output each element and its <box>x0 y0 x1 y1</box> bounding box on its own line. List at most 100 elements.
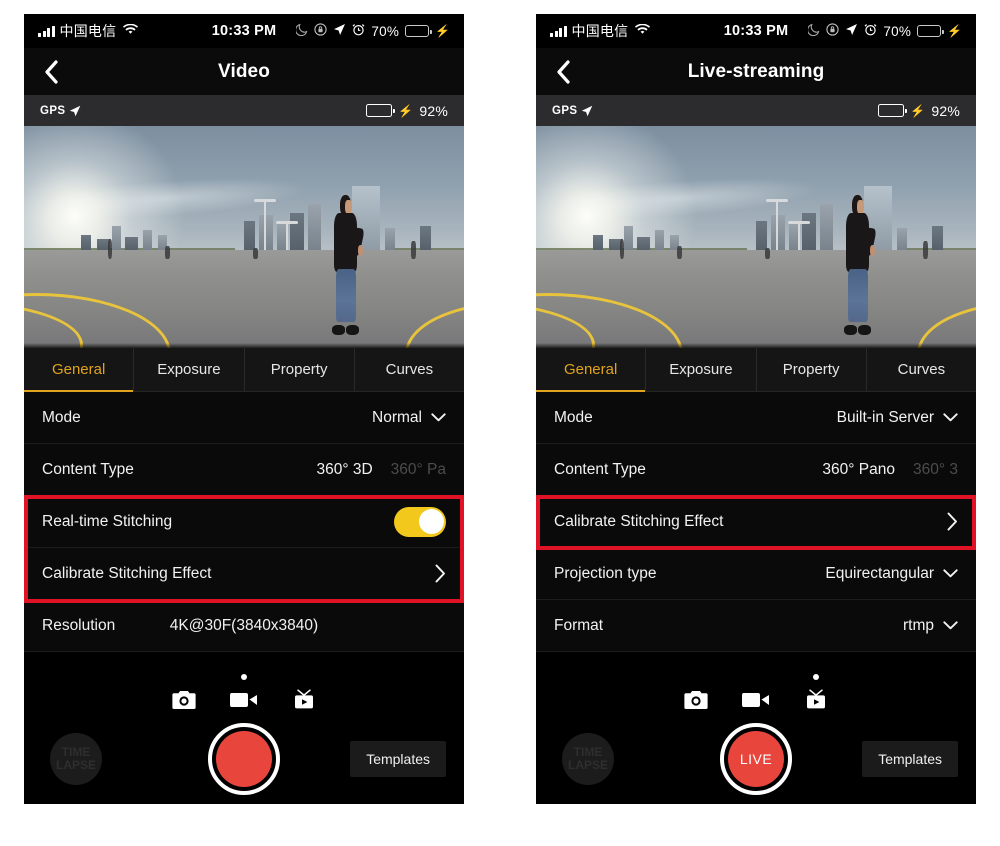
live-mode-icon[interactable] <box>799 674 833 715</box>
active-mode-dot <box>241 674 247 680</box>
back-button[interactable] <box>552 59 574 84</box>
tab-general[interactable]: General <box>536 348 647 392</box>
status-bar-right: 70% ⚡ <box>807 23 962 39</box>
preview-pedestrian <box>923 241 929 260</box>
realtime-stitching-toggle[interactable] <box>394 506 446 537</box>
templates-button[interactable]: Templates <box>350 741 446 777</box>
preview-pedestrian <box>619 239 625 260</box>
chevron-down-icon <box>943 413 958 422</box>
row-content-type[interactable]: Content Type 360° Pano 360° 3 <box>536 444 976 496</box>
row-content-type-label: Content Type <box>42 460 134 478</box>
signal-bars-icon <box>550 25 567 37</box>
settings-list: Mode Normal Content Type 360° 3D 360° Pa <box>24 392 464 652</box>
row-format-value-group[interactable]: rtmp <box>903 617 958 635</box>
row-content-type[interactable]: Content Type 360° 3D 360° Pa <box>24 444 464 496</box>
row-content-type-label: Content Type <box>554 460 646 478</box>
preview-building <box>637 237 651 251</box>
row-mode-value-group[interactable]: Normal <box>372 409 446 427</box>
camera-charging-bolt-icon: ⚡ <box>398 103 414 118</box>
row-mode-value-group[interactable]: Built-in Server <box>837 409 958 427</box>
preview-building <box>384 228 396 251</box>
row-calibrate-stitching-effect[interactable]: Calibrate Stitching Effect <box>536 496 976 548</box>
carrier-label: 中国电信 <box>571 23 629 39</box>
row-format-value: rtmp <box>903 616 934 634</box>
preview-building <box>932 225 944 251</box>
back-button[interactable] <box>40 59 62 84</box>
battery-icon <box>917 25 944 37</box>
camera-battery-group: ⚡ 92% <box>878 103 960 119</box>
content-type-picker[interactable]: 360° Pano 360° 3 <box>822 461 958 479</box>
shutter-button[interactable]: LIVE <box>720 723 792 795</box>
live-mode-icon[interactable] <box>287 685 321 715</box>
charging-bolt-icon: ⚡ <box>435 24 450 38</box>
chevron-down-icon <box>431 413 446 422</box>
realtime-stitching-toggle-group[interactable] <box>394 506 446 537</box>
content-type-option-next[interactable]: 360° 3 <box>913 461 958 479</box>
shutter-button[interactable] <box>208 723 280 795</box>
content-type-option-selected[interactable]: 360° 3D <box>316 461 372 479</box>
row-resolution[interactable]: Resolution 4K@30F(3840x3840) <box>24 600 464 652</box>
video-mode-icon[interactable] <box>739 685 773 715</box>
row-realtime-stitching-label: Real-time Stitching <box>42 512 173 530</box>
timelapse-button[interactable]: TIME LAPSE <box>50 733 102 785</box>
row-mode-value: Built-in Server <box>836 408 934 426</box>
tab-curves[interactable]: Curves <box>355 348 464 391</box>
camera-gps-bar: GPS ⚡ 92% <box>536 95 976 126</box>
row-projection-type[interactable]: Projection type Equirectangular <box>536 548 976 600</box>
photo-mode-icon[interactable] <box>167 685 201 715</box>
tab-property[interactable]: Property <box>245 348 355 391</box>
content-type-selected-label: 360° 3D <box>316 460 373 478</box>
row-format[interactable]: Format rtmp <box>536 600 976 652</box>
settings-tabs: General Exposure Property Curves <box>536 348 976 392</box>
location-arrow-icon <box>845 23 858 39</box>
camera-battery-icon <box>366 104 395 117</box>
row-calibrate-label: Calibrate Stitching Effect <box>554 512 724 530</box>
tab-curves[interactable]: Curves <box>867 348 976 391</box>
content-type-picker[interactable]: 360° 3D 360° Pa <box>316 461 446 479</box>
tab-general[interactable]: General <box>24 348 135 392</box>
preview-building <box>420 225 432 251</box>
camera-preview-360[interactable] <box>24 126 464 348</box>
chevron-down-icon <box>943 621 958 630</box>
moon-icon <box>295 23 308 39</box>
row-mode[interactable]: Mode Built-in Server <box>536 392 976 444</box>
camera-controls: TIME LAPSE LIVE Templates <box>536 669 976 804</box>
row-resolution-value-group: 4K@30F(3840x3840) <box>24 617 464 635</box>
preview-building <box>756 221 768 251</box>
row-calibrate-stitching-effect[interactable]: Calibrate Stitching Effect <box>24 548 464 600</box>
row-projection-label: Projection type <box>554 564 657 582</box>
tab-property[interactable]: Property <box>757 348 867 391</box>
wifi-icon <box>123 22 139 40</box>
row-realtime-stitching[interactable]: Real-time Stitching <box>24 496 464 548</box>
gps-label: GPS <box>552 104 578 117</box>
camera-preview-360[interactable] <box>536 126 976 348</box>
templates-button[interactable]: Templates <box>862 741 958 777</box>
photo-mode-icon[interactable] <box>679 685 713 715</box>
alarm-clock-icon <box>352 23 365 39</box>
content-type-option-next[interactable]: 360° Pa <box>391 461 446 479</box>
timelapse-label-line2: LAPSE <box>567 758 608 772</box>
row-mode-value: Normal <box>372 408 422 426</box>
timelapse-button[interactable]: TIME LAPSE <box>562 733 614 785</box>
preview-pedestrian <box>676 245 682 260</box>
preview-building <box>593 234 603 251</box>
content-type-option-selected[interactable]: 360° Pano <box>822 461 895 479</box>
battery-icon <box>405 25 432 37</box>
tab-exposure[interactable]: Exposure <box>646 348 757 391</box>
row-mode[interactable]: Mode Normal <box>24 392 464 444</box>
gps-label: GPS <box>40 104 66 117</box>
content-type-selected-label: 360° Pano <box>822 460 895 478</box>
screenshot-stage: 中国电信 10:33 PM 70% ⚡ Video GPS ⚡ 92% Gene… <box>0 0 1000 846</box>
calibrate-disclosure-group[interactable] <box>435 564 446 583</box>
calibrate-disclosure-group[interactable] <box>947 512 958 531</box>
preview-pedestrian <box>107 239 113 260</box>
gps-arrow-icon <box>69 105 81 117</box>
preview-person-with-phone <box>325 194 365 335</box>
row-projection-value-group[interactable]: Equirectangular <box>825 565 958 583</box>
preview-pedestrian <box>252 248 258 260</box>
row-mode-label: Mode <box>42 408 81 426</box>
preview-building <box>81 234 91 251</box>
preview-pedestrian <box>764 248 770 260</box>
tab-exposure[interactable]: Exposure <box>134 348 245 391</box>
video-mode-icon[interactable] <box>227 674 261 715</box>
